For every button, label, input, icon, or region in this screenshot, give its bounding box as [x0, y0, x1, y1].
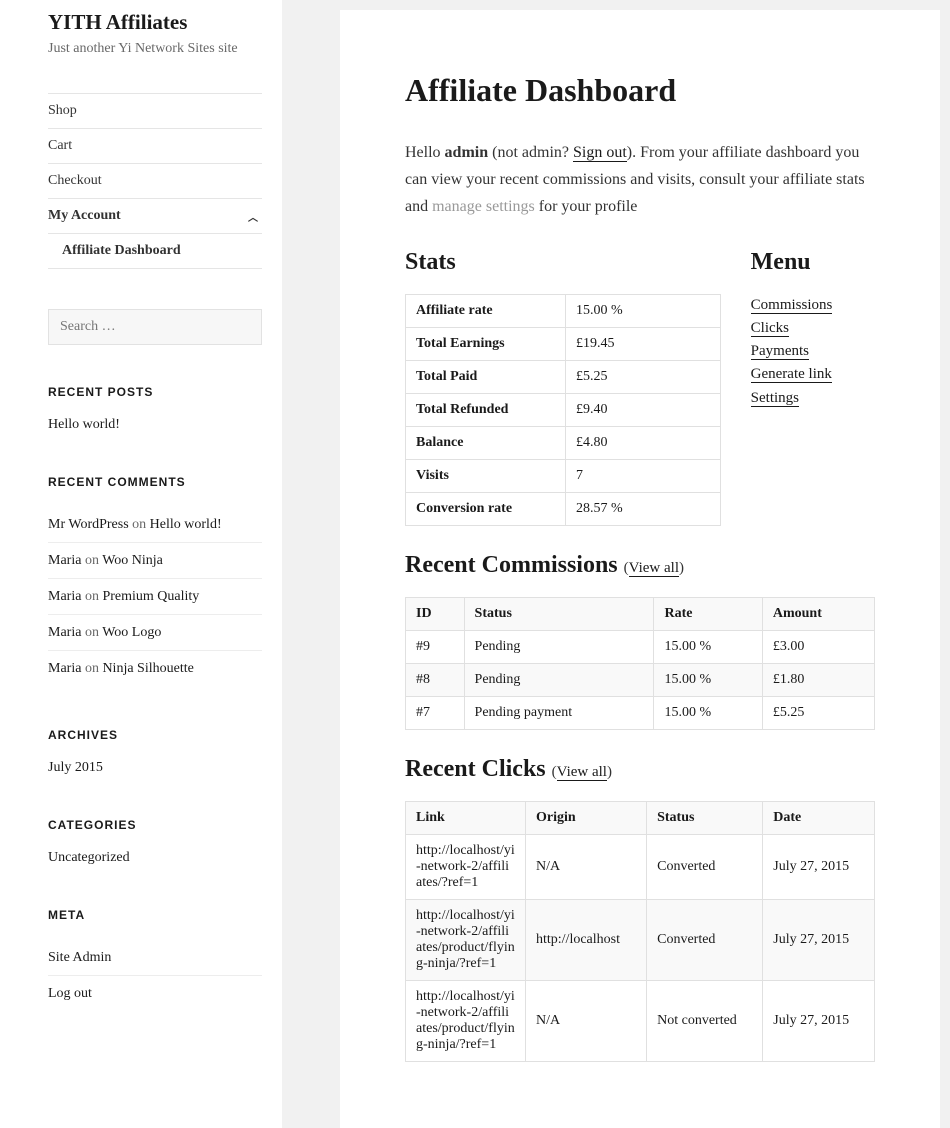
col-amount: Amount — [762, 597, 874, 630]
stat-label: Balance — [406, 426, 566, 459]
clicks-table: Link Origin Status Date http://localhost… — [405, 801, 875, 1062]
list-item: Maria on Ninja Silhouette — [48, 651, 262, 686]
nav-checkout[interactable]: Checkout — [48, 164, 262, 199]
stats-table: Affiliate rate15.00 % Total Earnings£19.… — [405, 294, 721, 526]
page-title: Affiliate Dashboard — [405, 72, 875, 109]
chevron-up-icon[interactable]: ︿ — [244, 207, 262, 225]
table-row: #9Pending15.00 %£3.00 — [406, 630, 875, 663]
stat-label: Affiliate rate — [406, 294, 566, 327]
stat-value: 7 — [566, 459, 721, 492]
widget-recent-comments-title: RECENT COMMENTS — [48, 475, 262, 489]
widget-recent-comments: Mr WordPress on Hello world! Maria on Wo… — [48, 507, 262, 686]
stat-label: Conversion rate — [406, 492, 566, 525]
stats-heading: Stats — [405, 249, 721, 276]
menu-generate-link[interactable]: Generate link — [751, 366, 832, 383]
menu-settings-link[interactable]: Settings — [751, 390, 799, 407]
table-row: http://localhost/yi-network-2/affiliates… — [406, 980, 875, 1061]
widget-archives: July 2015 — [48, 760, 262, 776]
table-row: #8Pending15.00 %£1.80 — [406, 663, 875, 696]
nav-cart[interactable]: Cart — [48, 129, 262, 164]
comment-post-link[interactable]: Premium Quality — [102, 589, 199, 604]
comment-author-link[interactable]: Maria — [48, 589, 81, 604]
col-link: Link — [406, 801, 526, 834]
archive-link[interactable]: July 2015 — [48, 760, 103, 775]
recent-commissions-heading: Recent Commissions (View all) — [405, 552, 875, 579]
stat-value: £5.25 — [566, 360, 721, 393]
col-rate: Rate — [654, 597, 762, 630]
stat-label: Total Paid — [406, 360, 566, 393]
sign-out-link[interactable]: Sign out — [573, 144, 627, 162]
col-status: Status — [647, 801, 763, 834]
recent-clicks-heading: Recent Clicks (View all) — [405, 756, 875, 783]
primary-nav: Shop Cart Checkout My Account ︿ Affiliat… — [48, 93, 262, 269]
stat-value: £19.45 — [566, 327, 721, 360]
comment-author-link[interactable]: Maria — [48, 625, 81, 640]
table-row: #7Pending payment15.00 %£5.25 — [406, 696, 875, 729]
stat-label: Total Refunded — [406, 393, 566, 426]
table-row: http://localhost/yi-network-2/affiliates… — [406, 899, 875, 980]
widget-meta: Site Admin Log out — [48, 940, 262, 1011]
intro-text: Hello admin (not admin? Sign out). From … — [405, 139, 875, 221]
meta-logout-link[interactable]: Log out — [48, 976, 262, 1011]
comment-author-link[interactable]: Maria — [48, 553, 81, 568]
widget-meta-title: META — [48, 908, 262, 922]
comment-author-link[interactable]: Mr WordPress — [48, 517, 129, 532]
menu-payments-link[interactable]: Payments — [751, 343, 809, 360]
list-item: Maria on Woo Logo — [48, 615, 262, 651]
search-input[interactable] — [48, 309, 262, 345]
stat-label: Visits — [406, 459, 566, 492]
comment-author-link[interactable]: Maria — [48, 661, 81, 676]
manage-settings-link[interactable]: manage settings — [432, 198, 535, 215]
nav-affiliate-dashboard[interactable]: Affiliate Dashboard — [48, 234, 262, 269]
comment-post-link[interactable]: Woo Logo — [102, 625, 161, 640]
widget-archives-title: ARCHIVES — [48, 728, 262, 742]
affiliate-menu: Commissions Clicks Payments Generate lin… — [751, 294, 875, 410]
list-item: Mr WordPress on Hello world! — [48, 507, 262, 543]
stat-value: £9.40 — [566, 393, 721, 426]
meta-site-admin-link[interactable]: Site Admin — [48, 940, 262, 976]
col-date: Date — [763, 801, 875, 834]
stat-label: Total Earnings — [406, 327, 566, 360]
recent-post-link[interactable]: Hello world! — [48, 417, 120, 432]
site-description: Just another Yi Network Sites site — [48, 41, 262, 57]
nav-my-account-label: My Account — [48, 208, 121, 223]
comment-post-link[interactable]: Hello world! — [150, 517, 222, 532]
clicks-view-all-link[interactable]: View all — [557, 764, 607, 781]
table-row: http://localhost/yi-network-2/affiliates… — [406, 834, 875, 899]
widget-recent-posts: Hello world! — [48, 417, 262, 433]
stat-value: 28.57 % — [566, 492, 721, 525]
stat-value: £4.80 — [566, 426, 721, 459]
widget-recent-posts-title: RECENT POSTS — [48, 385, 262, 399]
nav-my-account[interactable]: My Account ︿ — [48, 199, 262, 234]
commissions-table: ID Status Rate Amount #9Pending15.00 %£3… — [405, 597, 875, 730]
commissions-view-all-link[interactable]: View all — [629, 560, 679, 577]
col-id: ID — [406, 597, 465, 630]
menu-clicks-link[interactable]: Clicks — [751, 320, 789, 337]
col-status: Status — [464, 597, 654, 630]
widget-categories-title: CATEGORIES — [48, 818, 262, 832]
stat-value: 15.00 % — [566, 294, 721, 327]
col-origin: Origin — [526, 801, 647, 834]
comment-post-link[interactable]: Ninja Silhouette — [102, 661, 193, 676]
widget-categories: Uncategorized — [48, 850, 262, 866]
nav-shop[interactable]: Shop — [48, 94, 262, 129]
current-user: admin — [445, 144, 489, 161]
menu-heading: Menu — [751, 249, 875, 276]
category-link[interactable]: Uncategorized — [48, 850, 130, 865]
menu-commissions-link[interactable]: Commissions — [751, 297, 833, 314]
list-item: Maria on Woo Ninja — [48, 543, 262, 579]
site-title[interactable]: YITH Affiliates — [48, 10, 262, 35]
list-item: Maria on Premium Quality — [48, 579, 262, 615]
comment-post-link[interactable]: Woo Ninja — [102, 553, 163, 568]
